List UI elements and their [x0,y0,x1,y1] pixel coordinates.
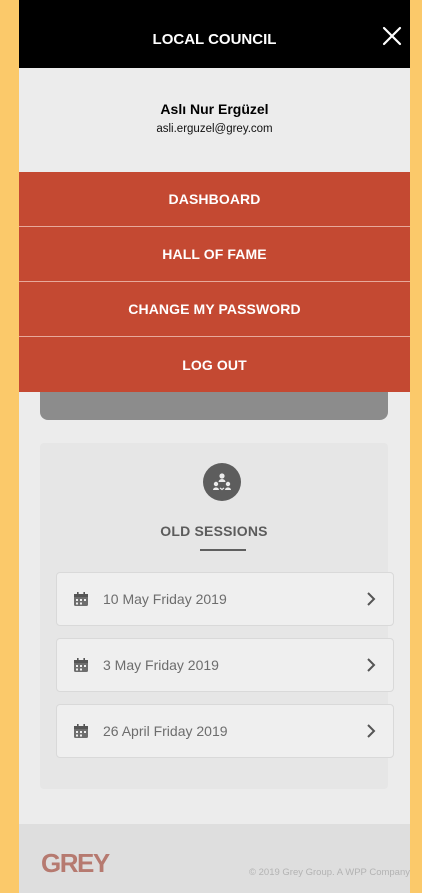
copyright-text: © 2019 Grey Group. A WPP Company [248,867,410,878]
menu-item-change-password[interactable]: CHANGE MY PASSWORD [19,282,410,337]
close-button[interactable] [380,24,404,48]
grey-logo: GREY [41,848,110,878]
calendar-icon [73,657,89,673]
menu-item-log-out[interactable]: LOG OUT [19,337,410,392]
session-item[interactable]: 3 May Friday 2019 [56,638,394,692]
chevron-right-icon [365,657,377,673]
session-date: 26 April Friday 2019 [103,723,228,739]
old-sessions-card: OLD SESSIONS 10 May Friday 2019 3 May Fr… [40,443,394,789]
close-icon [382,26,402,46]
session-date: 3 May Friday 2019 [103,657,219,673]
drawer-menu: DASHBOARD HALL OF FAME CHANGE MY PASSWOR… [19,172,410,392]
user-name: Aslı Nur Ergüzel [160,101,269,117]
session-item[interactable]: 26 April Friday 2019 [56,704,394,758]
top-bar: LOCAL COUNCIL [19,0,410,68]
old-sessions-title: OLD SESSIONS [160,523,268,539]
calendar-icon [73,723,89,739]
footer: GREY © 2019 Grey Group. A WPP Company [19,824,410,893]
calendar-icon [73,591,89,607]
people-icon [203,463,241,501]
chevron-right-icon [365,723,377,739]
session-item[interactable]: 10 May Friday 2019 [56,572,394,626]
chevron-right-icon [365,591,377,607]
user-profile: Aslı Nur Ergüzel asli.erguzel@grey.com [19,68,410,172]
menu-item-dashboard[interactable]: DASHBOARD [19,172,410,227]
menu-item-hall-of-fame[interactable]: HALL OF FAME [19,227,410,282]
app-screen: OLD SESSIONS 10 May Friday 2019 3 May Fr… [19,0,410,893]
user-email: asli.erguzel@grey.com [156,123,273,135]
session-date: 10 May Friday 2019 [103,591,227,607]
title-underline [200,549,246,551]
